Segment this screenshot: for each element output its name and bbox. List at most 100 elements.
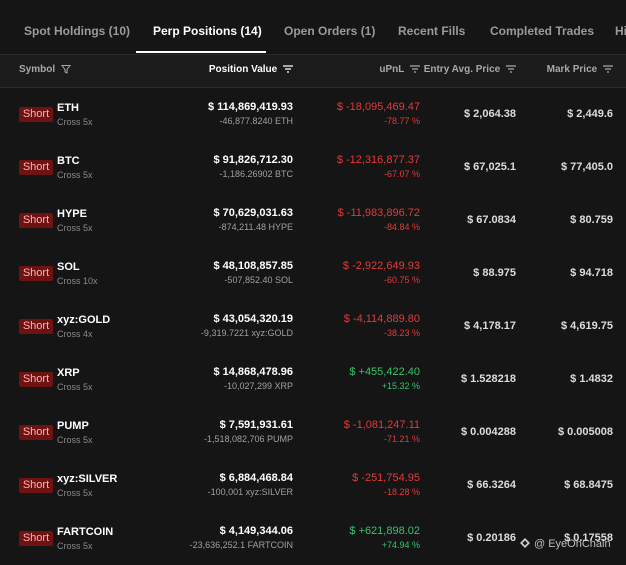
symbol-name[interactable]: ETH bbox=[57, 102, 79, 114]
position-value: $ 70,629,031.63 bbox=[213, 207, 293, 219]
upnl-percent: -18.28 % bbox=[383, 487, 420, 497]
symbol-name[interactable]: xyz:GOLD bbox=[57, 314, 110, 326]
table-row[interactable]: Short xyz:SILVER Cross 5x $ 6,884,468.84… bbox=[0, 459, 626, 512]
positions-table-body: Short ETH Cross 5x $ 114,869,419.93 -46,… bbox=[0, 88, 626, 565]
upnl-percent: -60.75 % bbox=[383, 275, 420, 285]
table-header: Symbol Position Value uPnL Entry Avg. Pr… bbox=[0, 55, 626, 88]
leverage-label: Cross 5x bbox=[57, 488, 93, 498]
position-value: $ 7,591,931.61 bbox=[219, 419, 293, 431]
position-value: $ 91,826,712.30 bbox=[213, 154, 293, 166]
symbol-name[interactable]: xyz:SILVER bbox=[57, 473, 117, 485]
tab-spot-holdings[interactable]: Spot Holdings (10) bbox=[24, 0, 130, 54]
upnl-value: $ +455,422.40 bbox=[349, 366, 420, 378]
filter-icon[interactable] bbox=[60, 64, 71, 75]
side-badge: Short bbox=[19, 213, 53, 228]
sort-lines-icon[interactable] bbox=[283, 65, 293, 73]
position-size: -23,636,252.1 FARTCOIN bbox=[189, 540, 293, 550]
entry-price: $ 88.975 bbox=[473, 267, 516, 279]
upnl-percent: +74.94 % bbox=[381, 540, 420, 550]
column-header-position-value[interactable]: Position Value bbox=[209, 55, 293, 87]
column-header-upnl[interactable]: uPnL bbox=[379, 55, 420, 87]
table-row[interactable]: Short BTC Cross 5x $ 91,826,712.30 -1,18… bbox=[0, 141, 626, 194]
upnl-value: $ -11,983,896.72 bbox=[337, 207, 420, 219]
side-badge: Short bbox=[19, 107, 53, 122]
column-header-entry-price[interactable]: Entry Avg. Price bbox=[424, 55, 516, 87]
column-header-symbol[interactable]: Symbol bbox=[19, 55, 71, 87]
side-badge: Short bbox=[19, 160, 53, 175]
leverage-label: Cross 5x bbox=[57, 117, 93, 127]
tab-bar: Spot Holdings (10) Perp Positions (14) O… bbox=[0, 0, 626, 55]
side-badge: Short bbox=[19, 478, 53, 493]
position-value: $ 6,884,468.84 bbox=[219, 472, 293, 484]
column-header-mark-price[interactable]: Mark Price bbox=[547, 55, 613, 87]
side-badge: Short bbox=[19, 266, 53, 281]
table-row[interactable]: Short SOL Cross 10x $ 48,108,857.85 -507… bbox=[0, 247, 626, 300]
upnl-value: $ -12,316,877.37 bbox=[336, 154, 420, 166]
entry-price: $ 0.004288 bbox=[460, 426, 516, 438]
tab-open-orders[interactable]: Open Orders (1) bbox=[284, 0, 375, 54]
mark-price: $ 4,619.75 bbox=[561, 320, 613, 332]
position-value: $ 14,868,478.96 bbox=[213, 366, 293, 378]
position-size: -9,319.7221 xyz:GOLD bbox=[200, 328, 293, 338]
mark-price: $ 77,405.0 bbox=[561, 161, 613, 173]
entry-price: $ 4,178.17 bbox=[464, 320, 516, 332]
mark-price: $ 1.4832 bbox=[570, 373, 613, 385]
eyeonchain-logo-icon bbox=[520, 538, 530, 548]
table-row[interactable]: Short ETH Cross 5x $ 114,869,419.93 -46,… bbox=[0, 88, 626, 141]
tab-perp-positions[interactable]: Perp Positions (14) bbox=[153, 0, 262, 54]
column-header-label: Mark Price bbox=[546, 64, 598, 75]
position-value: $ 43,054,320.19 bbox=[213, 313, 293, 325]
symbol-name[interactable]: BTC bbox=[57, 155, 80, 167]
entry-price: $ 66.3264 bbox=[467, 479, 516, 491]
symbol-name[interactable]: FARTCOIN bbox=[57, 526, 113, 538]
position-size: -507,852.40 SOL bbox=[224, 275, 293, 285]
upnl-value: $ -251,754.95 bbox=[352, 472, 420, 484]
watermark: @ EyeOnChain bbox=[519, 537, 611, 550]
sort-lines-icon[interactable] bbox=[603, 65, 613, 73]
leverage-label: Cross 4x bbox=[57, 329, 93, 339]
symbol-name[interactable]: XRP bbox=[57, 367, 80, 379]
upnl-percent: +15.32 % bbox=[381, 381, 420, 391]
table-row[interactable]: Short XRP Cross 5x $ 14,868,478.96 -10,0… bbox=[0, 353, 626, 406]
sort-lines-icon[interactable] bbox=[410, 65, 420, 73]
position-value: $ 114,869,419.93 bbox=[207, 101, 293, 113]
position-size: -1,518,082,706 PUMP bbox=[203, 434, 293, 444]
upnl-percent: -71.21 % bbox=[383, 434, 420, 444]
mark-price: $ 0.005008 bbox=[557, 426, 613, 438]
entry-price: $ 67.0834 bbox=[467, 214, 516, 226]
entry-price: $ 67,025.1 bbox=[464, 161, 516, 173]
mark-price: $ 80.759 bbox=[570, 214, 613, 226]
upnl-value: $ -18,095,469.47 bbox=[336, 101, 420, 113]
symbol-name[interactable]: HYPE bbox=[57, 208, 87, 220]
leverage-label: Cross 5x bbox=[57, 382, 93, 392]
side-badge: Short bbox=[19, 425, 53, 440]
tab-completed-trades[interactable]: Completed Trades bbox=[490, 0, 594, 54]
upnl-value: $ -4,114,889.80 bbox=[343, 313, 420, 325]
position-size: -10,027,299 XRP bbox=[223, 381, 293, 391]
leverage-label: Cross 10x bbox=[57, 276, 98, 286]
upnl-percent: -67.07 % bbox=[383, 169, 420, 179]
side-badge: Short bbox=[19, 319, 53, 334]
sort-lines-icon[interactable] bbox=[506, 65, 516, 73]
entry-price: $ 2,064.38 bbox=[464, 108, 516, 120]
side-badge: Short bbox=[19, 372, 53, 387]
symbol-name[interactable]: SOL bbox=[57, 261, 80, 273]
upnl-percent: -84.84 % bbox=[383, 222, 420, 232]
symbol-name[interactable]: PUMP bbox=[57, 420, 89, 432]
column-header-label: Entry Avg. Price bbox=[423, 64, 501, 75]
upnl-percent: -38.23 % bbox=[383, 328, 420, 338]
table-row[interactable]: Short xyz:GOLD Cross 4x $ 43,054,320.19 … bbox=[0, 300, 626, 353]
position-value: $ 4,149,344.06 bbox=[219, 525, 293, 537]
tab-recent-fills[interactable]: Recent Fills bbox=[398, 0, 465, 54]
upnl-percent: -78.77 % bbox=[383, 116, 420, 126]
column-header-label: Position Value bbox=[208, 64, 278, 75]
side-badge: Short bbox=[19, 531, 53, 546]
leverage-label: Cross 5x bbox=[57, 223, 93, 233]
tab-history-truncated[interactable]: Hi bbox=[615, 0, 626, 54]
table-row[interactable]: Short HYPE Cross 5x $ 70,629,031.63 -874… bbox=[0, 194, 626, 247]
leverage-label: Cross 5x bbox=[57, 170, 93, 180]
upnl-value: $ +621,898.02 bbox=[349, 525, 420, 537]
position-value: $ 48,108,857.85 bbox=[213, 260, 293, 272]
upnl-value: $ -1,081,247.11 bbox=[343, 419, 420, 431]
table-row[interactable]: Short PUMP Cross 5x $ 7,591,931.61 -1,51… bbox=[0, 406, 626, 459]
